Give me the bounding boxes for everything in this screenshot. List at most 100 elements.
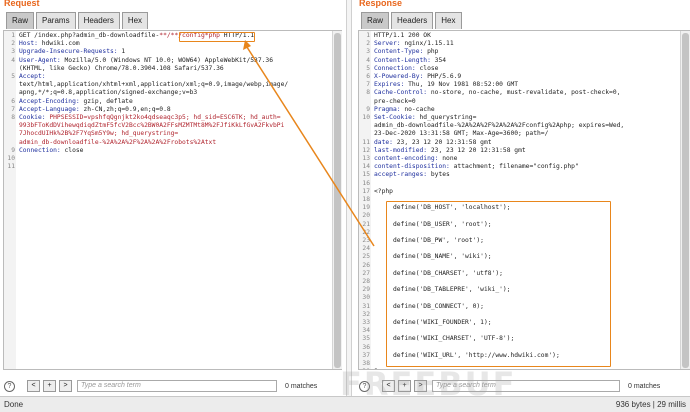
line-number: 26 (362, 261, 370, 269)
request-tab-params[interactable]: Params (36, 12, 76, 29)
code-token: close (419, 64, 439, 72)
line-number: 18 (362, 196, 370, 203)
code-token: accept-ranges: (374, 171, 431, 179)
help-icon[interactable]: ? (4, 380, 15, 392)
response-scrollbar[interactable] (680, 31, 690, 369)
code-line: text/html,application/xhtml+xml,applicat… (19, 81, 329, 89)
request-scrollbar[interactable] (332, 31, 342, 369)
line-number: 31 (362, 302, 370, 310)
request-gutter (4, 31, 16, 369)
request-tab-raw[interactable]: Raw (6, 12, 35, 29)
code-token: nginx/1.15.11 (404, 40, 454, 48)
line-number: 22 (362, 228, 370, 236)
request-url-highlight (179, 32, 255, 42)
code-token: <?php (374, 187, 393, 195)
code-token: 23, 23 12 20 12:31:58 gmt (396, 138, 492, 146)
code-line: 7JhocdUIHk%2B%2F7YqSm5Y9w; hd_querystrin… (19, 130, 329, 138)
line-number: 19 (362, 204, 370, 212)
code-token: date: (374, 138, 397, 146)
code-token: PHPSESSID=vpshfqQgnjkt2ko4qdseaqc3p5; hd… (49, 114, 281, 121)
line-number: 16 (362, 179, 370, 187)
line-number: 12 (362, 146, 370, 154)
code-token: Host: (19, 40, 42, 48)
code-line: GET /index.php?admin_db-downloadfile-**/… (19, 32, 329, 40)
code-token: Thu, 19 Nov 1981 08:52:00 GMT (408, 81, 519, 89)
response-config-highlight (386, 201, 611, 367)
response-tab-raw[interactable]: Raw (361, 12, 390, 29)
code-token: Expires: (374, 81, 409, 89)
line-number: 17 (362, 187, 370, 195)
code-token: X-Powered-By: (374, 73, 428, 80)
line-number: 6 (11, 97, 15, 105)
line-number: 35 (362, 335, 370, 343)
code-line: Accept-Language: zh-CN,zh;q=0.9,en;q=0.8 (19, 106, 329, 114)
code-token: Mozilla/5.0 (Windows NT 10.0; WOW64) App… (64, 56, 274, 64)
code-line: Accept-Encoding: gzip, deflate (19, 98, 329, 106)
code-line: Content-Type: php (374, 48, 677, 56)
code-line: date: 23, 23 12 20 12:31:58 gmt (374, 139, 677, 147)
line-number: 10 (362, 114, 370, 121)
code-token: Connection: (374, 64, 420, 72)
code-line: content-disposition: attachment; filenam… (374, 163, 677, 171)
prev-match-button[interactable]: < (27, 380, 40, 392)
code-line: <?php (374, 188, 677, 196)
add-button[interactable]: + (43, 380, 56, 392)
line-number: 4 (366, 56, 370, 64)
line-number: 30 (362, 294, 370, 302)
line-number: 5 (366, 64, 370, 72)
code-line: Cookie: PHPSESSID=vpshfqQgnjkt2ko4qdseaq… (19, 114, 329, 122)
code-token: Accept-Encoding: (19, 97, 84, 105)
response-editor[interactable]: 1 HTTP/1.1 200 OK 2 Server: nginx/1.15.11 3 C… (358, 30, 690, 370)
code-token: content-encoding: (374, 155, 443, 162)
request-tab-hex[interactable]: Hex (121, 12, 149, 29)
code-line: Content-Length: 354 (374, 57, 677, 65)
line-number: 34 (362, 327, 370, 335)
request-editor[interactable]: 1 GET /index.php?admin_db-downloadfile-**… (3, 30, 342, 370)
code-token: PHP/5.6.9 (427, 73, 462, 80)
code-token: attachment; filename="config.php" (453, 163, 579, 171)
code-token: Cookie: (19, 114, 50, 121)
code-token: text/html,application/xhtml+xml,applicat… (19, 81, 289, 89)
code-token: 1 (121, 48, 126, 56)
code-token: pre-check=0 (374, 97, 416, 105)
line-number: 10 (7, 155, 15, 162)
response-tab-hex[interactable]: Hex (435, 12, 462, 29)
code-token: zh-CN,zh;q=0.9,en;q=0.8 (83, 105, 171, 113)
code-token: no-cache (404, 105, 435, 113)
panel-divider[interactable] (346, 0, 352, 396)
code-line: admin_db-downloadfile-%2A%2A%2F%2A%2A%2F… (19, 139, 329, 147)
line-number: 29 (362, 286, 370, 294)
code-token: last-modified: (374, 146, 431, 154)
request-tabs: Raw Params Headers Hex (0, 9, 342, 29)
request-panel: Request Raw Params Headers Hex 1 GET /ind… (0, 0, 342, 396)
code-line: Accept: (19, 73, 329, 81)
code-token: php (427, 48, 439, 56)
response-tab-headers[interactable]: Headers (391, 12, 434, 29)
request-title: Request (4, 0, 40, 8)
line-number: 11 (362, 138, 370, 146)
code-line: Host: hdwiki.com (19, 40, 329, 48)
status-text: Done (4, 400, 24, 409)
request-search-input[interactable]: Type a search term (77, 380, 277, 392)
code-token: admin_db-downloadfile-%2A%2A%2F%2A%2A%2F… (374, 122, 625, 130)
code-line: User-Agent: Mozilla/5.0 (Windows NT 10.0… (19, 57, 329, 65)
code-line: Cache-Control: no-store, no-cache, must-… (374, 89, 677, 97)
code-line: pre-check=0 (374, 98, 677, 106)
code-token: hd_querystring= (419, 114, 477, 121)
code-token: apng,*/*;q=0.8,application/signed-exchan… (19, 89, 198, 97)
code-token: gzip, deflate (83, 97, 133, 105)
line-number: 25 (362, 253, 370, 261)
line-number: 14 (362, 163, 370, 171)
code-line: admin_db-downloadfile-%2A%2A%2F%2A%2A%2F… (374, 122, 677, 130)
next-match-button[interactable]: > (59, 380, 72, 392)
line-number: 20 (362, 212, 370, 220)
request-tab-headers[interactable]: Headers (77, 12, 120, 29)
code-token: 354 (434, 56, 447, 64)
code-line: content-encoding: none (374, 155, 677, 163)
code-line: Server: nginx/1.15.11 (374, 40, 677, 48)
code-line: Connection: close (19, 147, 329, 155)
response-matches: 0 matches (628, 382, 661, 390)
line-number: 9 (366, 105, 370, 113)
line-number: 7 (11, 105, 15, 113)
code-token: User-Agent: (19, 56, 65, 64)
